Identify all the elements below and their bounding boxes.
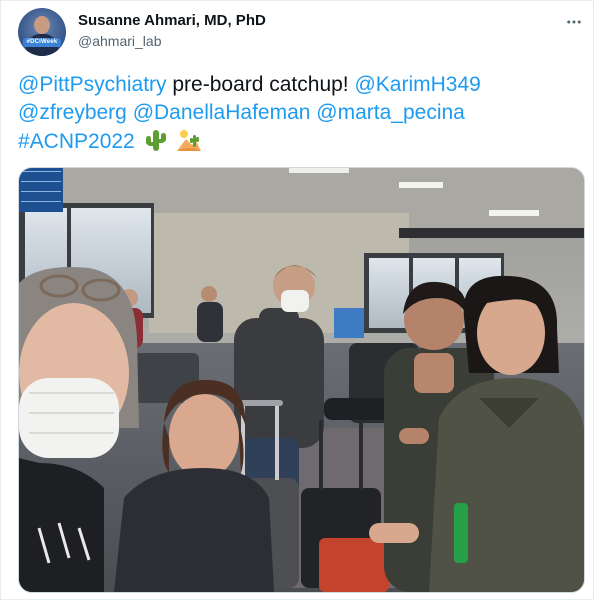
group-selfie-image	[19, 168, 584, 592]
cactus-emoji	[145, 130, 166, 151]
mention-marta-pecina[interactable]: @marta_pecina	[316, 101, 465, 124]
tweet-photo[interactable]	[18, 167, 585, 593]
author-handle[interactable]: @ahmari_lab	[78, 33, 161, 49]
avatar-badge: #DCiWeek	[23, 38, 61, 47]
author-avatar[interactable]: #DCiWeek	[18, 8, 66, 56]
desert-emoji	[177, 130, 202, 151]
mention-zfreyberg[interactable]: @zfreyberg	[18, 101, 127, 124]
more-horizontal-icon	[567, 20, 581, 24]
tweet-text: @PittPsychiatry pre-board catchup! @Kari…	[18, 71, 568, 156]
author-display-name[interactable]: Susanne Ahmari, MD, PhD	[78, 12, 266, 29]
mention-karimh349[interactable]: @KarimH349	[354, 73, 480, 96]
more-options-button[interactable]	[560, 8, 588, 36]
tweet-text-segment: pre-board catchup!	[166, 73, 355, 96]
mention-danellahafeman[interactable]: @DanellaHafeman	[133, 101, 311, 124]
hashtag-acnp2022[interactable]: #ACNP2022	[18, 130, 135, 153]
avatar-face	[34, 16, 50, 34]
mention-pittpsychiatry[interactable]: @PittPsychiatry	[18, 73, 167, 96]
